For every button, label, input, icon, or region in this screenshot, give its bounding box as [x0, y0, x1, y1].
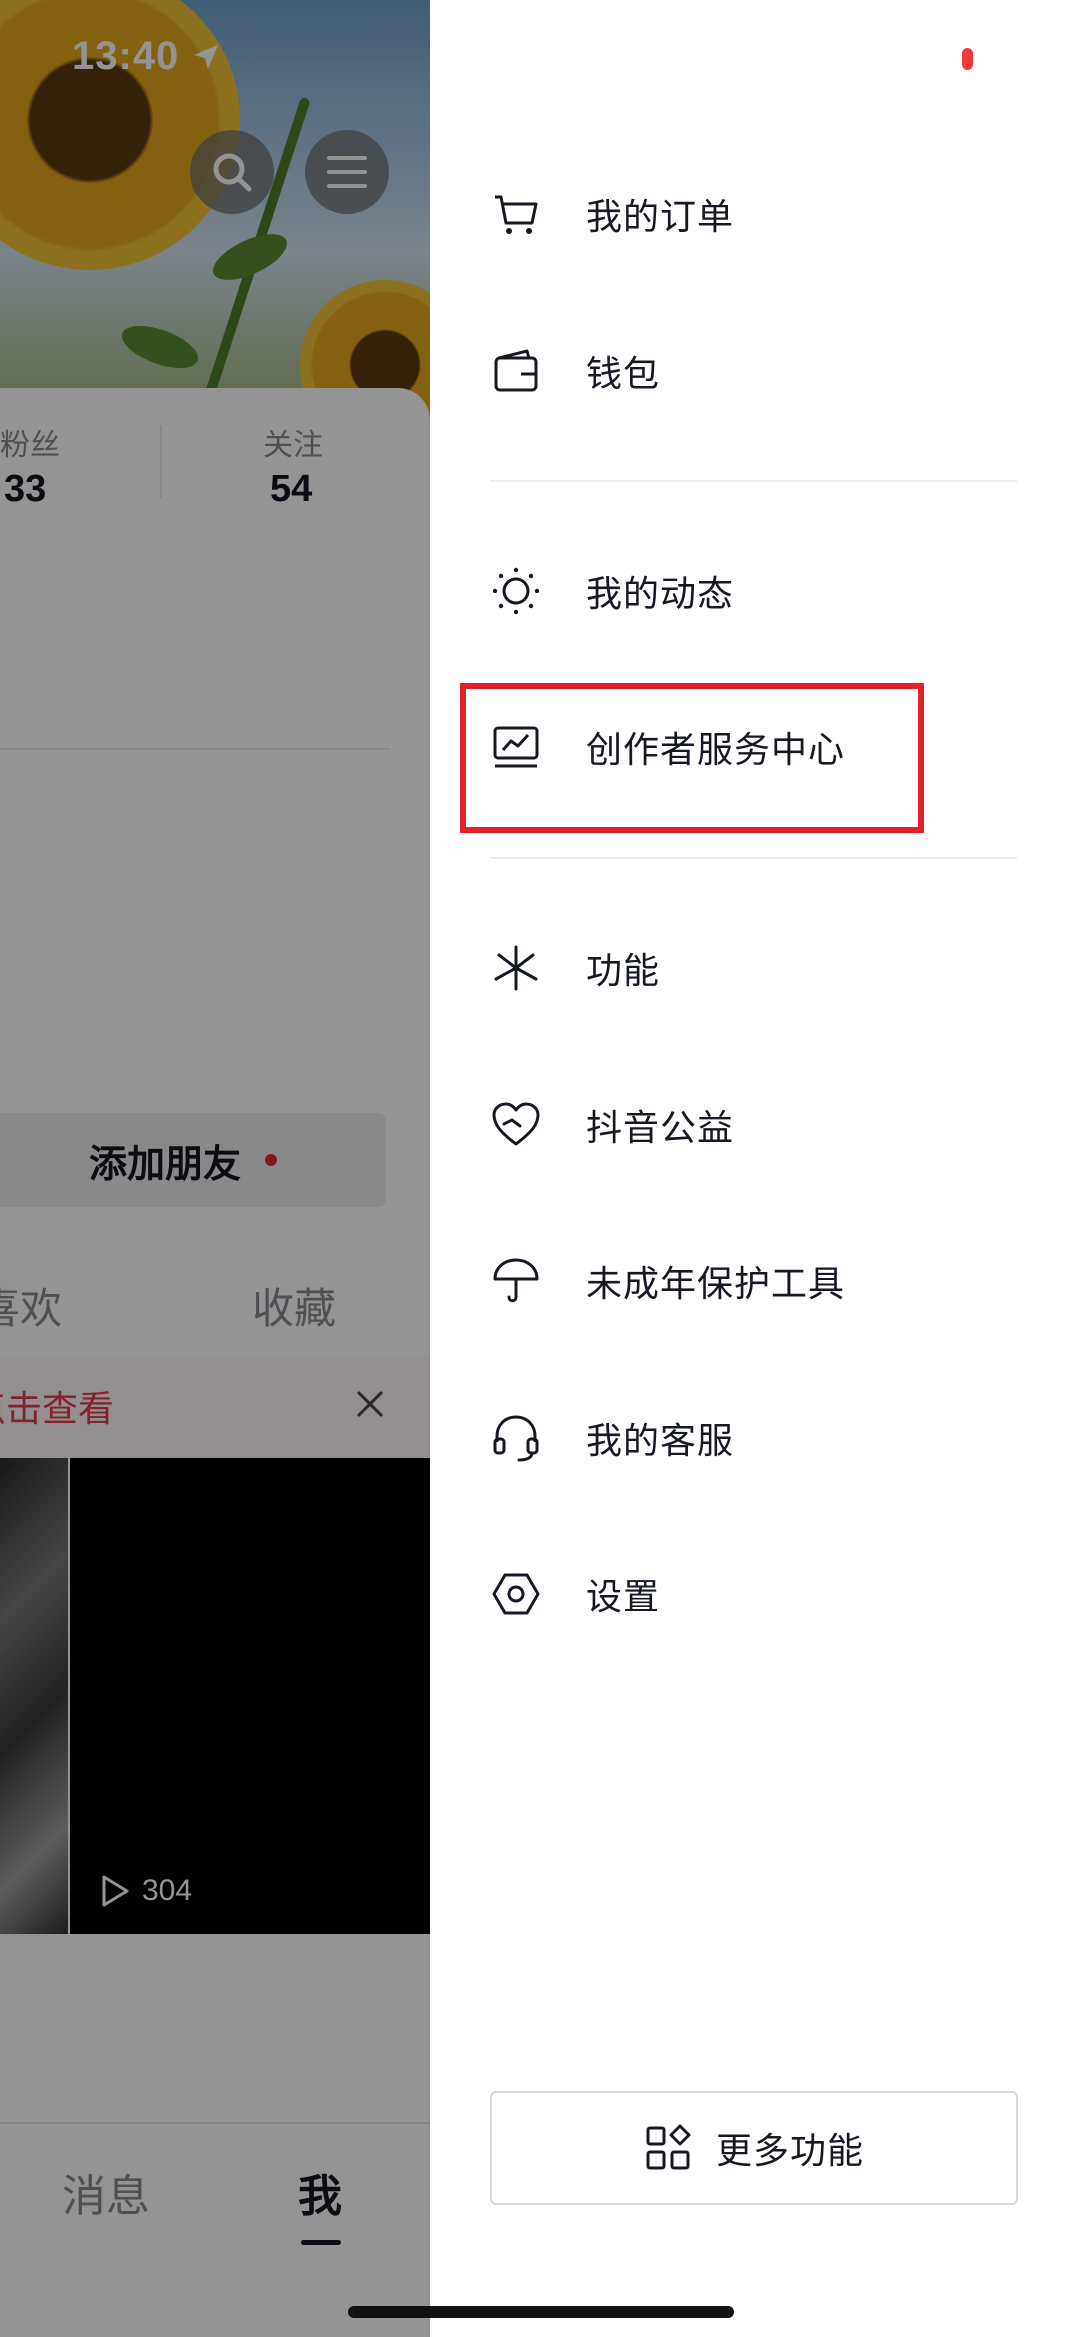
menu-label: 我的动态 [586, 574, 735, 615]
menu-item-wallet[interactable]: 钱包 [490, 321, 1020, 421]
menu-label: 创作者服务中心 [586, 730, 846, 771]
menu-item-settings[interactable]: 设置 [490, 1544, 1020, 1644]
menu-label: 功能 [586, 951, 661, 992]
profile-page-background: 13:40 粉丝 33 关注 54 添加朋友 喜欢 收藏 点击查看 [0, 0, 430, 2337]
menu-label: 未成年保护工具 [586, 1264, 846, 1305]
status-indicator-dot [962, 48, 973, 70]
menu-divider [490, 857, 1017, 859]
headset-icon [490, 1412, 542, 1464]
menu-label: 设置 [586, 1577, 661, 1618]
sparkle-icon [490, 942, 542, 994]
menu-label: 我的订单 [586, 197, 735, 238]
charity-heart-icon [490, 1099, 542, 1151]
more-features-button[interactable]: 更多功能 [490, 2091, 1018, 2205]
grid-apps-icon [646, 2124, 691, 2170]
creator-chart-icon [490, 721, 542, 773]
menu-label: 我的客服 [586, 1421, 735, 1462]
wallet-icon [490, 345, 542, 397]
hexagon-settings-icon [490, 1568, 542, 1620]
menu-item-features[interactable]: 功能 [490, 918, 1020, 1018]
menu-item-charity[interactable]: 抖音公益 [490, 1075, 1020, 1175]
menu-item-customer-service[interactable]: 我的客服 [490, 1388, 1020, 1488]
umbrella-icon [490, 1255, 542, 1307]
menu-label: 抖音公益 [586, 1108, 735, 1149]
more-features-label: 更多功能 [715, 2131, 864, 2172]
menu-divider [490, 480, 1017, 482]
menu-item-my-activity[interactable]: 我的动态 [490, 541, 1020, 641]
menu-item-orders[interactable]: 我的订单 [490, 164, 1020, 264]
menu-item-minor-protection[interactable]: 未成年保护工具 [490, 1231, 1020, 1331]
drawer-scrim-overlay[interactable] [0, 0, 430, 2337]
menu-item-creator-center[interactable]: 创作者服务中心 [490, 697, 1020, 797]
menu-label: 钱包 [586, 354, 661, 395]
cart-icon [490, 188, 542, 240]
home-indicator[interactable] [348, 2306, 734, 2318]
sun-icon [490, 565, 542, 617]
